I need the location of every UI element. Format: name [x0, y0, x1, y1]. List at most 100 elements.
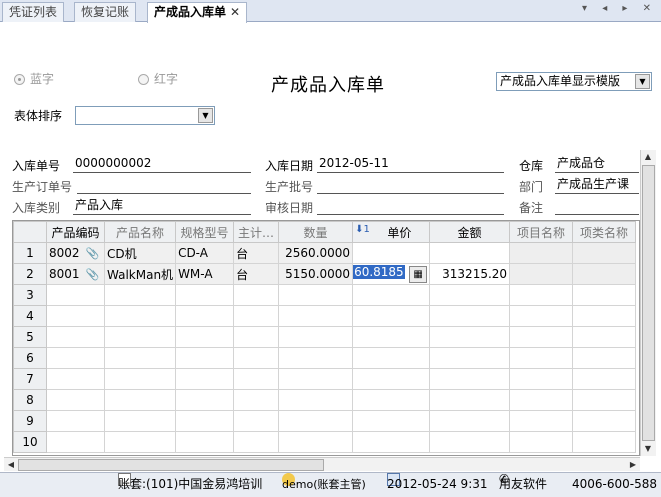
table-row[interactable]: 10: [13, 431, 637, 453]
col-header-category-name[interactable]: 项类名称: [572, 221, 637, 243]
table-row[interactable]: 7: [13, 368, 637, 390]
empty-cell[interactable]: [278, 305, 354, 327]
table-row[interactable]: 2 8001 📎 WalkMan机 WM-A 台 5150.0000 60.818…: [13, 263, 637, 285]
empty-cell[interactable]: [352, 284, 431, 306]
empty-cell[interactable]: [429, 410, 511, 432]
empty-cell[interactable]: [46, 389, 105, 411]
empty-cell[interactable]: [429, 368, 511, 390]
audit-date-field[interactable]: [317, 198, 504, 215]
empty-cell[interactable]: [233, 326, 280, 348]
table-row[interactable]: 5: [13, 326, 637, 348]
empty-cell[interactable]: [46, 410, 105, 432]
close-tab-icon[interactable]: ✕: [230, 5, 240, 19]
scroll-down-icon[interactable]: ▼: [641, 442, 655, 456]
empty-cell[interactable]: [103, 326, 177, 348]
empty-cell[interactable]: [175, 389, 235, 411]
vertical-scroll-thumb[interactable]: [642, 165, 655, 441]
col-header-project-name[interactable]: 项目名称: [509, 221, 574, 243]
empty-cell[interactable]: [175, 431, 235, 453]
col-header-spec[interactable]: 规格型号: [175, 221, 235, 243]
receipt-type-field[interactable]: 产品入库: [73, 198, 251, 215]
empty-cell[interactable]: [278, 368, 354, 390]
empty-cell[interactable]: [233, 410, 280, 432]
empty-cell[interactable]: [278, 410, 354, 432]
horizontal-scroll-thumb[interactable]: [18, 459, 324, 471]
empty-cell[interactable]: [175, 368, 235, 390]
empty-cell[interactable]: [572, 410, 637, 432]
empty-cell[interactable]: [509, 410, 574, 432]
receipt-date-field[interactable]: 2012-05-11: [317, 156, 504, 173]
cell-product-code[interactable]: 8002 📎: [46, 242, 105, 264]
cell-unit[interactable]: 台: [233, 263, 280, 285]
cell-quantity[interactable]: 2560.0000: [278, 242, 354, 264]
empty-cell[interactable]: [103, 368, 177, 390]
empty-cell[interactable]: [103, 305, 177, 327]
empty-cell[interactable]: [572, 284, 637, 306]
empty-cell[interactable]: [572, 347, 637, 369]
empty-cell[interactable]: [278, 347, 354, 369]
cell-product-name[interactable]: CD机: [103, 242, 177, 264]
empty-cell[interactable]: [46, 368, 105, 390]
empty-cell[interactable]: [352, 431, 431, 453]
empty-cell[interactable]: [429, 389, 511, 411]
col-header-amount[interactable]: 金额: [429, 221, 511, 243]
empty-cell[interactable]: [233, 368, 280, 390]
cell-spec[interactable]: CD-A: [175, 242, 235, 264]
empty-cell[interactable]: [175, 347, 235, 369]
col-header-product-code[interactable]: 产品编码: [46, 221, 105, 243]
paperclip-icon[interactable]: 📎: [86, 268, 100, 281]
empty-cell[interactable]: [175, 284, 235, 306]
template-select[interactable]: 产成品入库单显示模版 ▼: [496, 72, 652, 91]
empty-cell[interactable]: [233, 347, 280, 369]
empty-cell[interactable]: [233, 284, 280, 306]
table-row[interactable]: 8: [13, 389, 637, 411]
warehouse-field[interactable]: 产成品仓: [555, 156, 639, 173]
empty-cell[interactable]: [429, 284, 511, 306]
empty-cell[interactable]: [429, 305, 511, 327]
empty-cell[interactable]: [103, 410, 177, 432]
remark-field[interactable]: [555, 198, 639, 215]
red-radio[interactable]: 红字: [138, 70, 178, 87]
blue-radio[interactable]: 蓝字: [14, 70, 54, 87]
empty-cell[interactable]: [509, 368, 574, 390]
cell-category-name[interactable]: [572, 263, 637, 285]
prod-order-field[interactable]: [77, 177, 251, 194]
empty-cell[interactable]: [46, 326, 105, 348]
empty-cell[interactable]: [572, 389, 637, 411]
cell-project-name[interactable]: [509, 263, 574, 285]
empty-cell[interactable]: [46, 347, 105, 369]
table-row[interactable]: 6: [13, 347, 637, 369]
prod-batch-field[interactable]: [317, 177, 504, 194]
cell-category-name[interactable]: [572, 242, 637, 264]
department-field[interactable]: 产成品生产课: [555, 177, 639, 194]
cell-amount[interactable]: [429, 242, 511, 264]
empty-cell[interactable]: [175, 410, 235, 432]
horizontal-scrollbar[interactable]: ◀ ▶: [4, 457, 640, 471]
empty-cell[interactable]: [103, 284, 177, 306]
cell-amount[interactable]: 313215.20: [429, 263, 511, 285]
col-header-unit[interactable]: 主计…: [233, 221, 280, 243]
col-header-unit-price[interactable]: ⬇1 单价: [352, 221, 431, 243]
empty-cell[interactable]: [572, 368, 637, 390]
cell-project-name[interactable]: [509, 242, 574, 264]
chevron-down-icon[interactable]: ▼: [635, 74, 650, 89]
paperclip-icon[interactable]: 📎: [86, 247, 100, 260]
cell-unit-price[interactable]: [352, 242, 431, 264]
table-row[interactable]: 3: [13, 284, 637, 306]
col-header-quantity[interactable]: 数量: [278, 221, 354, 243]
tab-navigation-icons[interactable]: ▾ ◂ ▸ ✕: [582, 3, 657, 14]
empty-cell[interactable]: [352, 410, 431, 432]
empty-cell[interactable]: [352, 368, 431, 390]
table-row[interactable]: 4: [13, 305, 637, 327]
empty-cell[interactable]: [103, 347, 177, 369]
empty-cell[interactable]: [233, 305, 280, 327]
empty-cell[interactable]: [509, 347, 574, 369]
empty-cell[interactable]: [46, 284, 105, 306]
calculator-icon[interactable]: ▦: [409, 266, 428, 283]
scroll-left-icon[interactable]: ◀: [4, 458, 18, 472]
vertical-scrollbar[interactable]: ▲ ▼: [640, 150, 656, 456]
empty-cell[interactable]: [352, 389, 431, 411]
empty-cell[interactable]: [509, 431, 574, 453]
scroll-up-icon[interactable]: ▲: [641, 150, 655, 164]
receipt-no-field[interactable]: 0000000002: [73, 156, 251, 173]
